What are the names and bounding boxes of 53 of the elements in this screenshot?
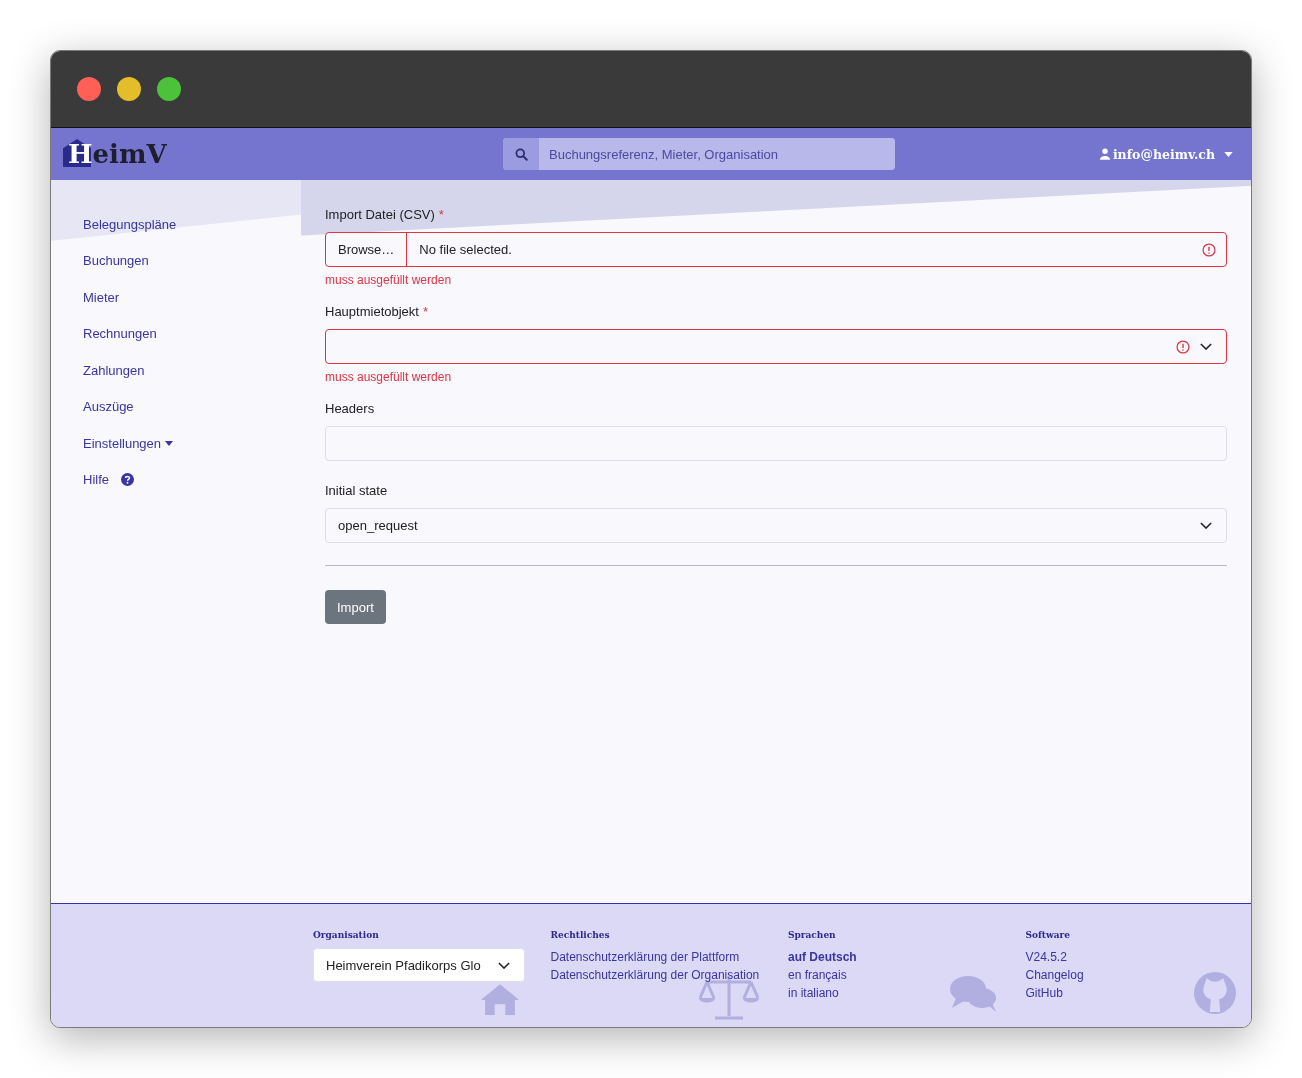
error-message: muss ausgefüllt werden xyxy=(325,370,453,384)
sidebar-item[interactable]: Zahlungen xyxy=(83,352,301,389)
footer-link[interactable]: auf Deutsch xyxy=(788,948,1026,966)
footer-heading: Rechtliches xyxy=(550,930,611,940)
search-button[interactable] xyxy=(503,138,539,170)
chevron-down-icon xyxy=(1200,343,1212,350)
required-mark: * xyxy=(422,304,428,319)
user-icon xyxy=(1099,148,1110,160)
sidebar-item[interactable]: Buchungen xyxy=(83,242,301,279)
caret-icon xyxy=(1224,151,1233,157)
error-message: muss ausgefüllt werden xyxy=(325,273,453,287)
footer-link[interactable]: Changelog xyxy=(1025,966,1251,984)
footer-link[interactable]: Datenschutzerklärung der Plattform xyxy=(550,948,788,966)
organisation-select[interactable]: Heimverein Pfadikorps Glo xyxy=(313,948,525,982)
footer-link[interactable]: V24.5.2 xyxy=(1025,948,1251,966)
window-close-button[interactable] xyxy=(77,77,101,101)
import-button[interactable]: Import xyxy=(325,590,386,624)
field-label: Hauptmietobjekt xyxy=(325,304,419,319)
required-mark: * xyxy=(438,207,444,222)
chat-bubbles-icon xyxy=(948,974,998,1014)
sidebar-item[interactable]: Rechnungen xyxy=(83,315,301,352)
error-icon xyxy=(1202,242,1216,257)
footer-link[interactable]: in italiano xyxy=(788,984,1026,1002)
chevron-down-icon xyxy=(1200,522,1212,529)
cat-silhouette-icon xyxy=(1193,972,1236,1014)
footer-link[interactable]: GitHub xyxy=(1025,984,1251,1002)
field-label: Import Datei (CSV) xyxy=(325,207,435,222)
field-label: Initial state xyxy=(325,483,388,498)
sidebar-item[interactable]: Mieter xyxy=(83,279,301,316)
error-icon xyxy=(1176,339,1190,354)
footer-heading: Organisation xyxy=(313,930,380,940)
window-zoom-button[interactable] xyxy=(157,77,181,101)
search-icon xyxy=(514,147,528,161)
select-field[interactable]: open_request xyxy=(325,508,1227,543)
user-menu[interactable]: info@heimv.ch xyxy=(1099,146,1233,162)
sidebar-item[interactable]: Auszüge xyxy=(83,388,301,425)
caret-icon xyxy=(165,440,174,446)
footer-link[interactable]: Datenschutzerklärung der Organisation xyxy=(550,966,788,984)
chevron-down-icon xyxy=(498,961,510,969)
file-input[interactable]: Browse… No file selected. xyxy=(325,232,1227,267)
footer-heading: Software xyxy=(1025,930,1072,940)
help-icon xyxy=(121,473,134,487)
search-field[interactable]: Buchungsreferenz, Mieter, Organisation xyxy=(503,138,895,170)
footer-heading: Sprachen xyxy=(788,930,837,940)
footer-link[interactable]: en français xyxy=(788,966,1026,984)
logo[interactable]: HeimV xyxy=(63,139,503,169)
select-field[interactable] xyxy=(325,329,1227,364)
input-field[interactable] xyxy=(325,426,1227,461)
sidebar-item[interactable]: Einstellungen xyxy=(83,425,301,462)
sidebar-item[interactable]: Belegungspläne xyxy=(83,206,301,243)
sidebar-item[interactable]: Hilfe xyxy=(83,461,301,498)
field-label: Headers xyxy=(325,401,375,416)
window-minimize-button[interactable] xyxy=(117,77,141,101)
